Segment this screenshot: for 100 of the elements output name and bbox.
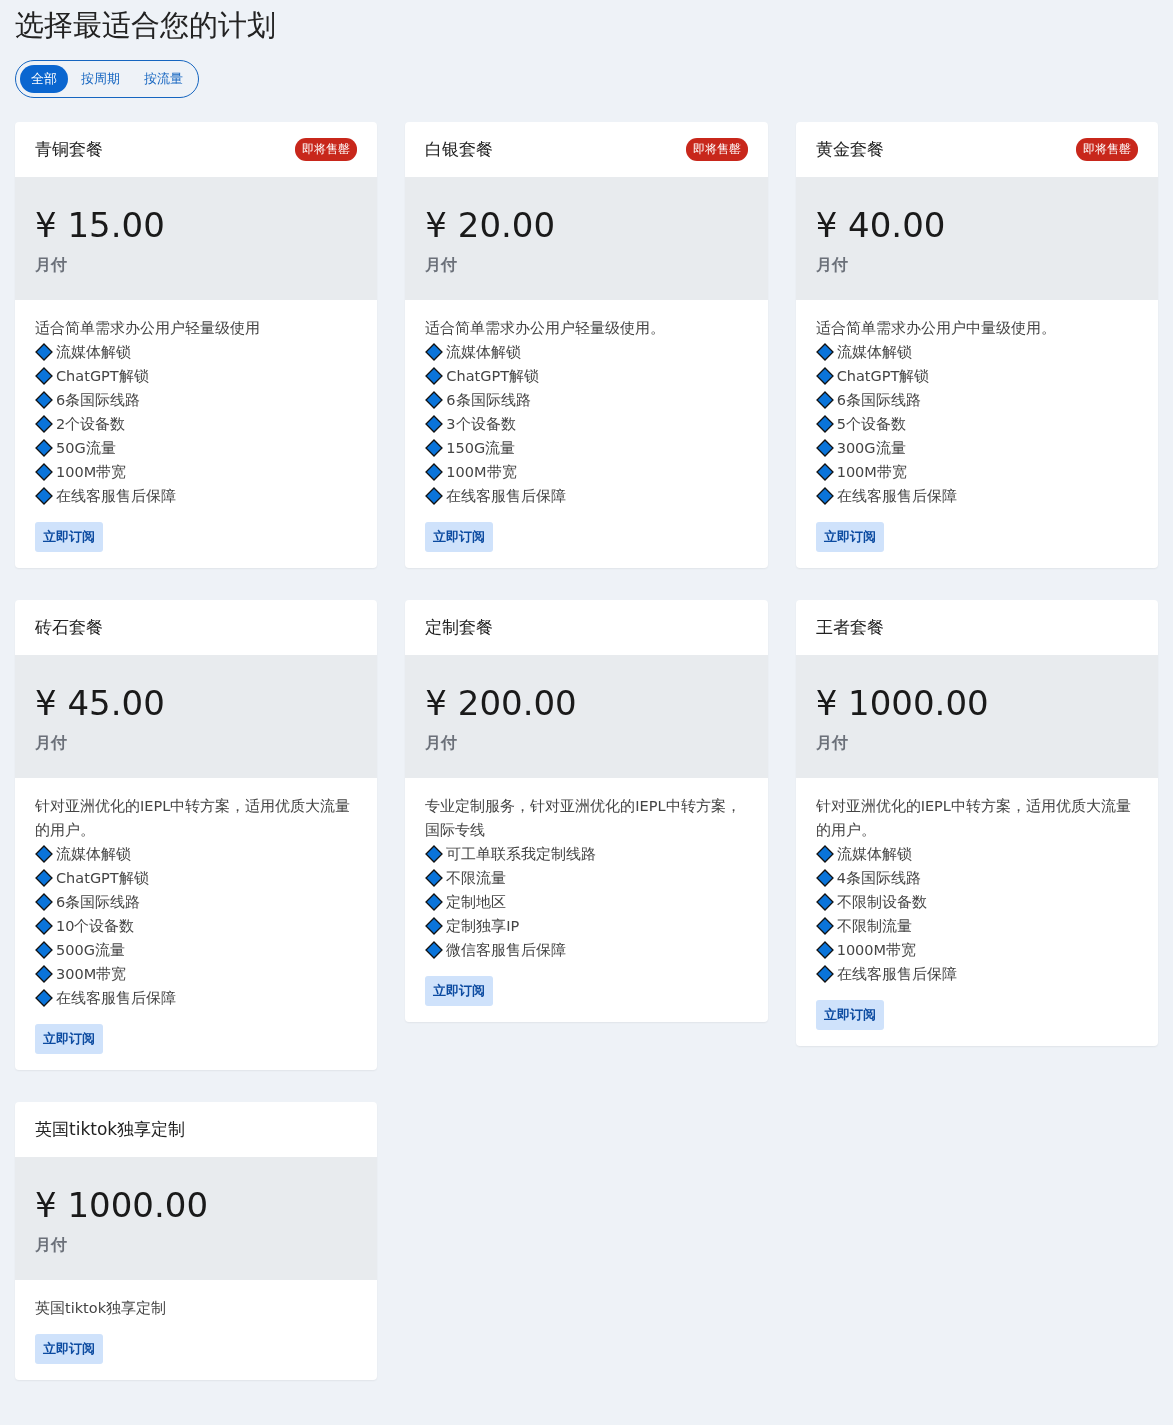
diamond-icon bbox=[425, 487, 444, 505]
billing-period: 月付 bbox=[815, 255, 849, 276]
diamond-icon bbox=[425, 941, 444, 959]
filter-tab[interactable]: 全部 bbox=[20, 65, 68, 93]
feature-text: 流媒体解锁 bbox=[56, 845, 131, 864]
diamond-icon bbox=[35, 917, 53, 935]
diamond-icon bbox=[815, 965, 834, 983]
diamond-icon bbox=[815, 391, 834, 409]
feature-text: 1000M带宽 bbox=[836, 941, 917, 960]
plan-description: 专业定制服务，针对亚洲优化的IEPL中转方案，国际专线 bbox=[425, 797, 742, 840]
feature-text: 300G流量 bbox=[836, 439, 906, 458]
diamond-icon bbox=[815, 367, 834, 385]
feature-text: 在线客服售后保障 bbox=[836, 965, 957, 984]
billing-period: 月付 bbox=[35, 255, 68, 276]
sold-out-badge: 即将售罄 bbox=[1076, 138, 1138, 161]
diamond-icon bbox=[815, 869, 834, 887]
filter-tab[interactable]: 按周期 bbox=[70, 65, 131, 93]
diamond-icon bbox=[815, 487, 834, 505]
plan-name: 王者套餐 bbox=[815, 616, 884, 639]
diamond-icon bbox=[815, 845, 834, 863]
feature-text: 6条国际线路 bbox=[836, 391, 921, 410]
plan-name: 定制套餐 bbox=[425, 616, 494, 639]
sold-out-badge: 即将售罄 bbox=[295, 138, 358, 161]
diamond-icon bbox=[35, 439, 53, 457]
feature-text: 在线客服售后保障 bbox=[836, 487, 957, 506]
subscribe-button[interactable]: 立即订阅 bbox=[35, 1334, 103, 1364]
page-title: 选择最适合您的计划 bbox=[15, 7, 277, 44]
diamond-icon bbox=[425, 391, 444, 409]
diamond-icon bbox=[425, 893, 444, 911]
diamond-icon bbox=[35, 367, 53, 385]
plan-name: 青铜套餐 bbox=[35, 138, 103, 161]
diamond-icon bbox=[815, 893, 834, 911]
plan-price: ¥ 15.00 bbox=[35, 205, 166, 245]
billing-period: 月付 bbox=[425, 733, 459, 754]
subscribe-button[interactable]: 立即订阅 bbox=[815, 1000, 884, 1030]
plan-description: 适合简单需求办公用户轻量级使用 bbox=[35, 319, 261, 338]
diamond-icon bbox=[35, 941, 53, 959]
feature-text: 100M带宽 bbox=[56, 463, 127, 482]
diamond-icon bbox=[425, 463, 444, 481]
plan-price: ¥ 200.00 bbox=[425, 683, 578, 723]
plan-name: 白银套餐 bbox=[425, 138, 494, 161]
diamond-icon bbox=[35, 343, 53, 361]
feature-text: 不限制设备数 bbox=[836, 893, 927, 912]
billing-period: 月付 bbox=[815, 733, 849, 754]
diamond-icon bbox=[35, 391, 53, 409]
feature-text: 在线客服售后保障 bbox=[56, 487, 176, 506]
diamond-icon bbox=[35, 415, 53, 433]
feature-text: 不限制流量 bbox=[836, 917, 912, 936]
diamond-icon bbox=[425, 917, 444, 935]
feature-text: 微信客服售后保障 bbox=[446, 941, 567, 960]
feature-text: 6条国际线路 bbox=[446, 391, 531, 410]
feature-text: 50G流量 bbox=[56, 439, 116, 458]
diamond-icon bbox=[425, 869, 444, 887]
feature-text: 不限流量 bbox=[446, 869, 507, 888]
feature-text: 100M带宽 bbox=[446, 463, 517, 482]
diamond-icon bbox=[815, 941, 834, 959]
feature-text: 6条国际线路 bbox=[56, 391, 141, 410]
feature-text: 在线客服售后保障 bbox=[446, 487, 567, 506]
diamond-icon bbox=[815, 917, 834, 935]
subscribe-button[interactable]: 立即订阅 bbox=[35, 522, 103, 552]
feature-text: 10个设备数 bbox=[56, 917, 135, 936]
feature-text: 流媒体解锁 bbox=[836, 845, 912, 864]
feature-text: 可工单联系我定制线路 bbox=[446, 845, 597, 864]
feature-text: ChatGPT解锁 bbox=[56, 869, 149, 888]
plan-name: 砖石套餐 bbox=[35, 616, 103, 639]
plan-description: 适合简单需求办公用户中量级使用。 bbox=[815, 319, 1057, 338]
filter-tab[interactable]: 按流量 bbox=[133, 65, 194, 93]
subscribe-button[interactable]: 立即订阅 bbox=[35, 1024, 103, 1054]
sold-out-badge: 即将售罄 bbox=[685, 138, 748, 161]
plan-price: ¥ 1000.00 bbox=[815, 683, 990, 723]
diamond-icon bbox=[35, 965, 53, 983]
feature-text: ChatGPT解锁 bbox=[446, 367, 540, 386]
diamond-icon bbox=[35, 463, 53, 481]
feature-text: 2个设备数 bbox=[56, 415, 126, 434]
diamond-icon bbox=[35, 893, 53, 911]
feature-text: 定制独享IP bbox=[446, 917, 520, 936]
subscribe-button[interactable]: 立即订阅 bbox=[425, 976, 494, 1006]
feature-text: ChatGPT解锁 bbox=[56, 367, 149, 386]
feature-text: 100M带宽 bbox=[836, 463, 907, 482]
diamond-icon bbox=[815, 415, 834, 433]
feature-text: 定制地区 bbox=[446, 893, 507, 912]
diamond-icon bbox=[425, 415, 444, 433]
diamond-icon bbox=[815, 343, 834, 361]
plan-name: 英国tiktok独享定制 bbox=[35, 1118, 186, 1141]
billing-period: 月付 bbox=[425, 255, 459, 276]
feature-text: ChatGPT解锁 bbox=[836, 367, 930, 386]
diamond-icon bbox=[425, 367, 444, 385]
plan-price: ¥ 40.00 bbox=[815, 205, 947, 245]
feature-text: 3个设备数 bbox=[446, 415, 516, 434]
subscribe-button[interactable]: 立即订阅 bbox=[425, 522, 494, 552]
billing-period: 月付 bbox=[35, 1235, 68, 1256]
plan-description: 英国tiktok独享定制 bbox=[35, 1299, 168, 1318]
feature-text: 流媒体解锁 bbox=[836, 343, 912, 362]
subscribe-button[interactable]: 立即订阅 bbox=[815, 522, 884, 552]
plan-description: 适合简单需求办公用户轻量级使用。 bbox=[425, 319, 667, 338]
plan-description: 针对亚洲优化的IEPL中转方案，适用优质大流量的用户。 bbox=[35, 797, 352, 840]
feature-text: 流媒体解锁 bbox=[56, 343, 131, 362]
diamond-icon bbox=[425, 845, 444, 863]
billing-period: 月付 bbox=[35, 733, 68, 754]
plan-price: ¥ 1000.00 bbox=[35, 1185, 210, 1225]
